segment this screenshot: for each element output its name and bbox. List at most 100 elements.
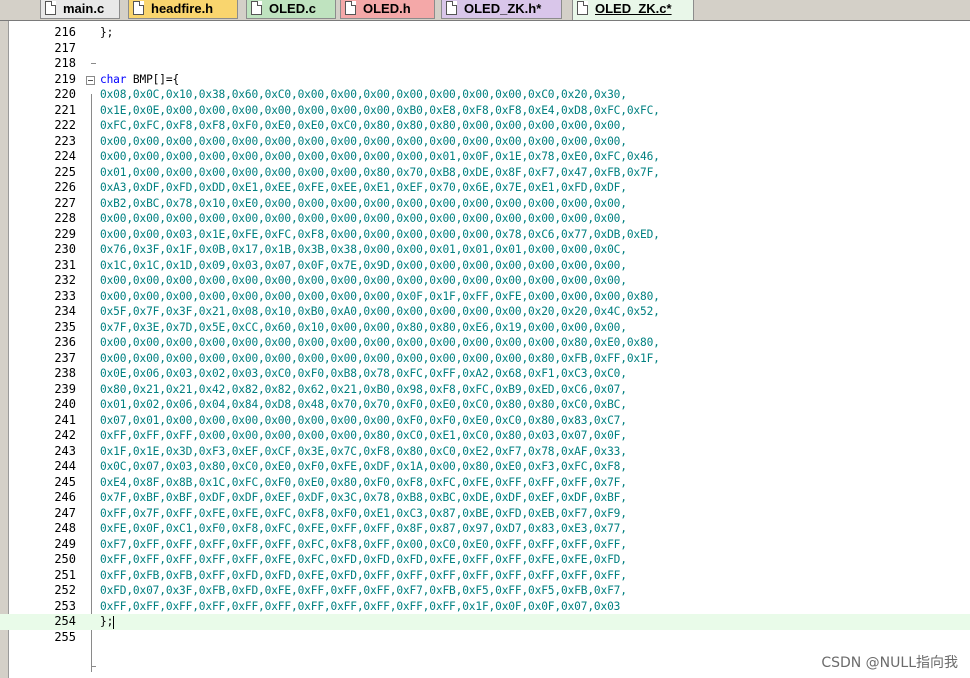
code-line[interactable]: 220 0x08,0x0C,0x10,0x38,0x60,0xC0,0x00,0x… (0, 87, 970, 103)
code-line[interactable]: 244 0x0C,0x07,0x03,0x80,0xC0,0xE0,0xF0,0x… (0, 459, 970, 475)
line-number: 217 (54, 40, 76, 55)
code-text: 0x7F,0xBF,0xBF,0xDF,0xDF,0xEF,0xDF,0x3C,… (100, 490, 627, 506)
line-number: 220 (54, 87, 76, 101)
code-text: 0x0C,0x07,0x03,0x80,0xC0,0xE0,0xF0,0xFE,… (100, 459, 627, 475)
code-line[interactable]: 228 0x00,0x00,0x00,0x00,0x00,0x00,0x00,0x… (0, 211, 970, 227)
tab-label: OLED_ZK.c* (595, 1, 672, 16)
code-line[interactable]: 250 0xFF,0xFF,0xFF,0xFF,0xFF,0xFE,0xFC,0x… (0, 552, 970, 568)
code-text: 0x00,0x00,0x00,0x00,0x00,0x00,0x00,0x00,… (100, 134, 627, 150)
code-text: 0x1C,0x1C,0x1D,0x09,0x03,0x07,0x0F,0x7E,… (100, 258, 627, 274)
code-line[interactable]: 242 0xFF,0xFF,0xFF,0x00,0x00,0x00,0x00,0x… (0, 428, 970, 444)
code-text-content: 0xE4,0x8F,0x8B,0x1C,0xFC,0xF0,0xE0,0x80,… (100, 475, 627, 489)
code-line[interactable]: 235 0x7F,0x3E,0x7D,0x5E,0xCC,0x60,0x10,0x… (0, 320, 970, 336)
code-line[interactable]: 252 0xFD,0x07,0x3F,0xFB,0xFD,0xFE,0xFF,0x… (0, 583, 970, 599)
code-line[interactable]: 236 0x00,0x00,0x00,0x00,0x00,0x00,0x00,0x… (0, 335, 970, 351)
fold-rail-cap (91, 666, 96, 667)
tab-oled-c[interactable]: OLED.c (246, 0, 336, 19)
code-line[interactable]: 249 0xF7,0xFF,0xFF,0xFF,0xFF,0xFF,0xFC,0x… (0, 537, 970, 553)
line-number: 250 (54, 552, 76, 566)
tab-label: OLED_ZK.h* (464, 1, 542, 16)
tab-label: headfire.h (151, 1, 214, 16)
code-line[interactable]: 248 0xFE,0x0F,0xC1,0xF0,0xF8,0xFC,0xFE,0x… (0, 521, 970, 537)
tab-oled-h[interactable]: OLED.h (340, 0, 435, 19)
line-number: 253 (54, 598, 76, 613)
code-line[interactable]: 229 0x00,0x00,0x03,0x1E,0xFE,0xFC,0xF8,0x… (0, 227, 970, 243)
c-file-icon (251, 1, 262, 15)
code-line[interactable]: 241 0x07,0x01,0x00,0x00,0x00,0x00,0x00,0x… (0, 413, 970, 429)
code-line[interactable]: 246 0x7F,0xBF,0xBF,0xDF,0xDF,0xEF,0xDF,0x… (0, 490, 970, 506)
line-number: 223 (54, 133, 76, 148)
code-text: 0x80,0x21,0x21,0x42,0x82,0x82,0x62,0x21,… (100, 382, 627, 398)
line-number: 229 (54, 226, 76, 241)
code-line[interactable]: 225 0x01,0x00,0x00,0x00,0x00,0x00,0x00,0x… (0, 165, 970, 181)
line-number: 240 (54, 397, 76, 411)
line-number: 232 (54, 273, 76, 287)
code-line[interactable]: 234 0x5F,0x7F,0x3F,0x21,0x08,0x10,0xB0,0x… (0, 304, 970, 320)
code-text-content: 0xFF,0xFF,0xFF,0xFF,0xFF,0xFE,0xFC,0xFD,… (100, 553, 627, 566)
code-line[interactable]: 245 0xE4,0x8F,0x8B,0x1C,0xFC,0xF0,0xE0,0x… (0, 475, 970, 491)
code-line[interactable]: 243 0x1F,0x1E,0x3D,0xF3,0xEF,0xCF,0x3E,0x… (0, 444, 970, 460)
tab-main-c[interactable]: main.c (40, 0, 120, 19)
code-line[interactable]: 251 0xFF,0xFB,0xFB,0xFF,0xFD,0xFD,0xFE,0x… (0, 568, 970, 584)
code-text-content: }; (100, 615, 114, 628)
code-text: 0x00,0x00,0x00,0x00,0x00,0x00,0x00,0x00,… (100, 351, 660, 367)
code-line[interactable]: 254}; (0, 614, 970, 630)
line-number: 224 (54, 149, 76, 163)
code-text-content: 0x7F,0x3E,0x7D,0x5E,0xCC,0x60,0x10,0x00,… (100, 320, 627, 334)
code-line[interactable]: 216}; (0, 25, 970, 41)
code-text-content: 0x00,0x00,0x00,0x00,0x00,0x00,0x00,0x00,… (100, 289, 660, 303)
code-text-content: 0x00,0x00,0x00,0x00,0x00,0x00,0x00,0x00,… (100, 336, 660, 349)
tab-label: main.c (63, 1, 105, 16)
code-text-content: 0xF7,0xFF,0xFF,0xFF,0xFF,0xFF,0xFC,0xF8,… (100, 537, 627, 551)
line-number: 243 (54, 443, 76, 458)
code-line[interactable]: 221 0x1E,0x0E,0x00,0x00,0x00,0x00,0x00,0x… (0, 103, 970, 119)
header-file-icon (345, 1, 356, 15)
c-file-icon (45, 1, 56, 15)
code-text-content: 0xFF,0xFF,0xFF,0xFF,0xFF,0xFF,0xFF,0xFF,… (100, 599, 621, 613)
code-text: 0xFF,0xFF,0xFF,0xFF,0xFF,0xFE,0xFC,0xFD,… (100, 552, 627, 568)
tab-headfire-h[interactable]: headfire.h (128, 0, 238, 19)
code-line[interactable]: 238 0x0E,0x06,0x03,0x02,0x03,0xC0,0xF0,0x… (0, 366, 970, 382)
code-text: 0x08,0x0C,0x10,0x38,0x60,0xC0,0x00,0x00,… (100, 87, 627, 103)
code-text-content: 0xFF,0xFB,0xFB,0xFF,0xFD,0xFD,0xFE,0xFD,… (100, 568, 627, 582)
code-line[interactable]: 231 0x1C,0x1C,0x1D,0x09,0x03,0x07,0x0F,0x… (0, 258, 970, 274)
code-line[interactable]: 217 (0, 41, 970, 57)
code-text-content: 0x01,0x02,0x06,0x04,0x84,0xD8,0x48,0x70,… (100, 398, 627, 411)
code-editor[interactable]: 216}; 217 218 219 char BMP[]={220 0x08,0x0C,0… (0, 21, 970, 678)
line-number: 233 (54, 288, 76, 303)
code-line[interactable]: 227 0xB2,0xBC,0x78,0x10,0xE0,0x00,0x00,0x… (0, 196, 970, 212)
code-line[interactable]: 255 (0, 630, 970, 646)
line-number: 239 (54, 381, 76, 396)
line-number: 255 (54, 629, 76, 644)
code-text-content: 0x1E,0x0E,0x00,0x00,0x00,0x00,0x00,0x00,… (100, 103, 660, 117)
line-number: 227 (54, 195, 76, 210)
keyword: char (100, 72, 127, 86)
code-line[interactable]: 247 0xFF,0x7F,0xFF,0xFE,0xFE,0xFC,0xF8,0x… (0, 506, 970, 522)
text-cursor (113, 615, 115, 629)
code-line[interactable]: 253 0xFF,0xFF,0xFF,0xFF,0xFF,0xFF,0xFF,0x… (0, 599, 970, 615)
code-text-content: 0x08,0x0C,0x10,0x38,0x60,0xC0,0x00,0x00,… (100, 88, 627, 101)
code-line[interactable]: 232 0x00,0x00,0x00,0x00,0x00,0x00,0x00,0x… (0, 273, 970, 289)
code-line[interactable]: 230 0x76,0x3F,0x1F,0x0B,0x17,0x1B,0x3B,0x… (0, 242, 970, 258)
code-text-content: 0xFC,0xFC,0xF8,0xF8,0xF0,0xE0,0xE0,0xC0,… (100, 119, 627, 132)
code-text-content: 0xFF,0x7F,0xFF,0xFE,0xFE,0xFC,0xF8,0xF0,… (100, 506, 627, 520)
code-line[interactable]: 222 0xFC,0xFC,0xF8,0xF8,0xF0,0xE0,0xE0,0x… (0, 118, 970, 134)
line-number: 236 (54, 335, 76, 349)
code-line[interactable]: 223 0x00,0x00,0x00,0x00,0x00,0x00,0x00,0x… (0, 134, 970, 150)
code-line[interactable]: 219 char BMP[]={ (0, 72, 970, 88)
c-file-icon (577, 1, 588, 15)
code-line[interactable]: 233 0x00,0x00,0x00,0x00,0x00,0x00,0x00,0x… (0, 289, 970, 305)
line-number: 254 (54, 614, 76, 628)
tab-oled-zk-h[interactable]: OLED_ZK.h* (441, 0, 562, 19)
code-text-content: 0x00,0x00,0x03,0x1E,0xFE,0xFC,0xF8,0x00,… (100, 227, 660, 241)
code-line[interactable]: 218 (0, 56, 970, 72)
code-line[interactable]: 240 0x01,0x02,0x06,0x04,0x84,0xD8,0x48,0x… (0, 397, 970, 413)
line-number: 249 (54, 536, 76, 551)
code-text: 0x0E,0x06,0x03,0x02,0x03,0xC0,0xF0,0xB8,… (100, 366, 627, 382)
code-line[interactable]: 224 0x00,0x00,0x00,0x00,0x00,0x00,0x00,0x… (0, 149, 970, 165)
code-line[interactable]: 237 0x00,0x00,0x00,0x00,0x00,0x00,0x00,0x… (0, 351, 970, 367)
tab-oled-zk-c[interactable]: OLED_ZK.c* (572, 0, 694, 20)
code-line[interactable]: 226 0xA3,0xDF,0xFD,0xDD,0xE1,0xEE,0xFE,0x… (0, 180, 970, 196)
line-number: 234 (54, 304, 76, 318)
code-line[interactable]: 239 0x80,0x21,0x21,0x42,0x82,0x82,0x62,0x… (0, 382, 970, 398)
